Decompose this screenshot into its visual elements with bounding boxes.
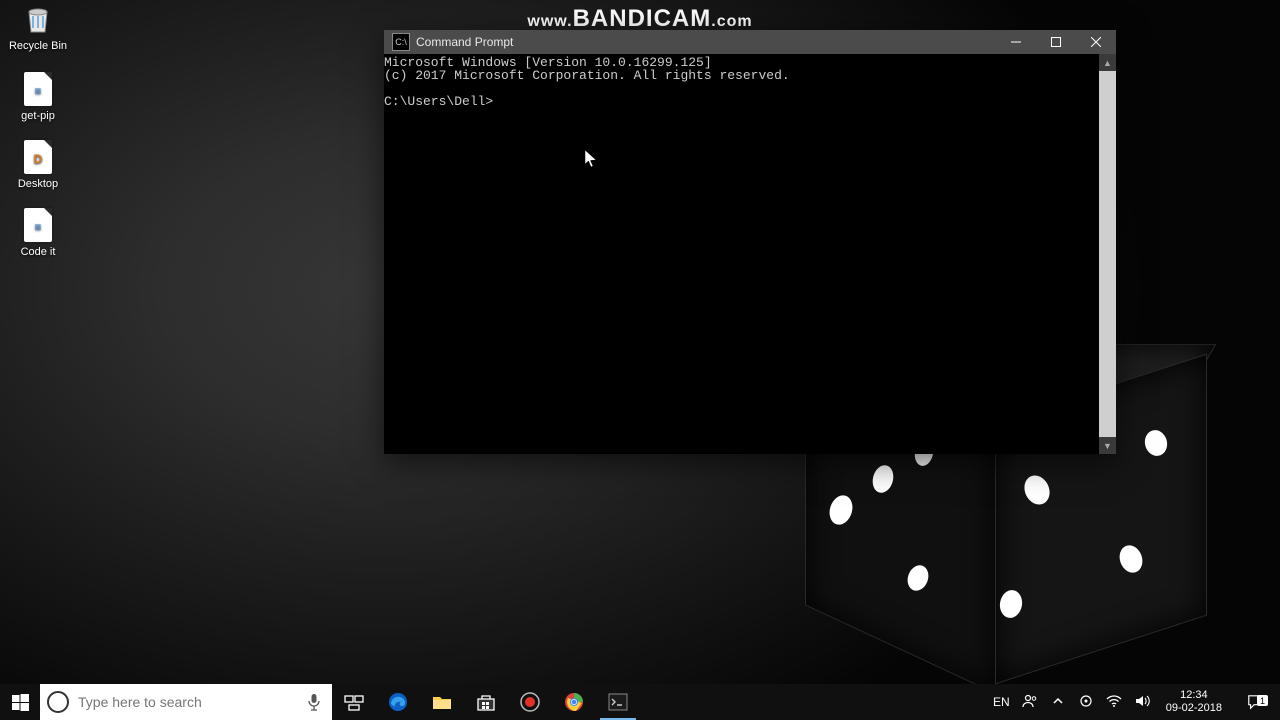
- wifi-icon[interactable]: [1106, 693, 1122, 712]
- task-view-icon: [343, 691, 365, 713]
- location-icon[interactable]: [1078, 693, 1094, 712]
- scroll-down-arrow[interactable]: ▼: [1099, 437, 1116, 454]
- tray-chevron-icon[interactable]: [1050, 693, 1066, 712]
- windows-logo-icon: [12, 694, 29, 711]
- file-explorer-icon: [431, 691, 453, 713]
- vertical-scrollbar[interactable]: ▲ ▼: [1099, 54, 1116, 454]
- cortana-icon[interactable]: [40, 691, 76, 713]
- taskbar-app-microsoft-store[interactable]: [464, 684, 508, 720]
- bandicam-record-icon: [519, 691, 541, 713]
- system-tray: EN 12:34 09-02-2018 1: [985, 684, 1280, 720]
- file-icon: ≡: [24, 208, 52, 242]
- search-box[interactable]: [40, 684, 332, 720]
- recycle-bin-icon: [21, 2, 55, 36]
- desktop-icon-label: Code it: [8, 246, 68, 258]
- microsoft-store-icon: [475, 691, 497, 713]
- people-icon[interactable]: [1022, 693, 1038, 712]
- action-center-button[interactable]: 1: [1238, 694, 1272, 710]
- taskbar-app-chrome[interactable]: [552, 684, 596, 720]
- maximize-button[interactable]: [1036, 30, 1076, 54]
- taskbar-app-task-view[interactable]: [332, 684, 376, 720]
- desktop-icon-get-pip[interactable]: ≡ get-pip: [8, 72, 68, 122]
- chrome-icon: [563, 691, 585, 713]
- scroll-up-arrow[interactable]: ▲: [1099, 54, 1116, 71]
- taskbar-app-command-prompt[interactable]: [596, 684, 640, 720]
- taskbar-app-file-explorer[interactable]: [420, 684, 464, 720]
- window-title: Command Prompt: [416, 35, 996, 49]
- command-prompt-window[interactable]: C:\ Command Prompt Microsoft Windows [Ve…: [384, 30, 1116, 454]
- taskbar-app-bandicam-record[interactable]: [508, 684, 552, 720]
- cmd-icon: C:\: [392, 33, 410, 51]
- language-indicator[interactable]: EN: [993, 695, 1010, 709]
- desktop-icon-label: Desktop: [8, 178, 68, 190]
- desktop-icon-code-it[interactable]: ≡ Code it: [8, 208, 68, 258]
- terminal-output[interactable]: Microsoft Windows [Version 10.0.16299.12…: [384, 54, 1099, 454]
- taskbar-clock[interactable]: 12:34 09-02-2018: [1162, 689, 1226, 715]
- clock-time: 12:34: [1166, 689, 1222, 702]
- window-titlebar[interactable]: C:\ Command Prompt: [384, 30, 1116, 54]
- desktop-icon-recycle-bin[interactable]: Recycle Bin: [8, 2, 68, 52]
- scroll-track[interactable]: [1099, 71, 1116, 437]
- command-prompt-icon: [607, 691, 629, 713]
- close-button[interactable]: [1076, 30, 1116, 54]
- volume-icon[interactable]: [1134, 693, 1150, 712]
- clock-date: 09-02-2018: [1166, 702, 1222, 715]
- bandicam-watermark: www.BANDICAM.com: [0, 5, 1280, 33]
- scroll-thumb[interactable]: [1099, 71, 1116, 437]
- notification-badge: 1: [1257, 695, 1268, 706]
- desktop-icon-label: get-pip: [8, 110, 68, 122]
- desktop-icon-desktop[interactable]: D Desktop: [8, 140, 68, 190]
- file-icon: D: [24, 140, 52, 174]
- start-button[interactable]: [0, 684, 40, 720]
- desktop-icon-label: Recycle Bin: [8, 40, 68, 52]
- taskbar-app-edge[interactable]: [376, 684, 420, 720]
- taskbar: EN 12:34 09-02-2018 1: [0, 684, 1280, 720]
- search-input[interactable]: [76, 693, 296, 711]
- minimize-button[interactable]: [996, 30, 1036, 54]
- microphone-icon[interactable]: [296, 693, 332, 711]
- edge-icon: [387, 691, 409, 713]
- file-icon: ≡: [24, 72, 52, 106]
